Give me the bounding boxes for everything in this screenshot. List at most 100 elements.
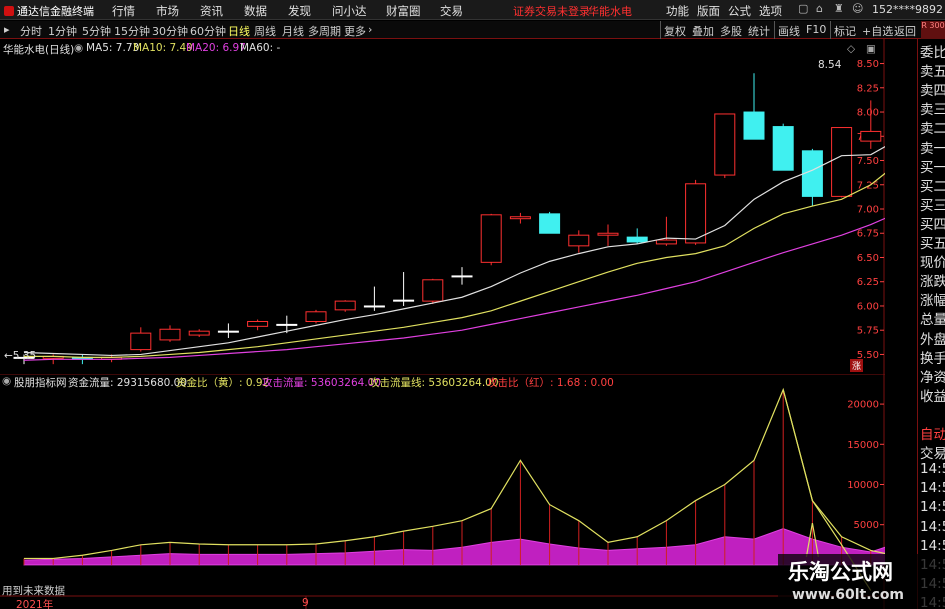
login-notice[interactable]: 证券交易未登录	[513, 3, 590, 19]
quote-field-10: 买五	[920, 236, 945, 252]
future-data-warning: 用到未来数据	[2, 585, 65, 597]
toolbar-divider	[830, 21, 831, 39]
period-60min[interactable]: 60分钟	[190, 23, 226, 39]
menu-item-options[interactable]: 选项	[759, 3, 782, 19]
menu-item-trade[interactable]: 交易	[440, 3, 463, 19]
indicator-title: 股朋指标网	[14, 377, 67, 389]
tool-back[interactable]: 返回	[894, 23, 916, 39]
quote-field-4: 卖二	[920, 121, 945, 138]
quote-info-panel: 委比 卖五 卖四 卖三 卖二 卖一 买一 买二 买三 买四 买五 现价 涨跌 涨幅 总量 外盘 换手 净资 收益 自动…	[917, 39, 945, 609]
kline-svg[interactable]: 8.508.258.007.757.507.257.006.756.506.25…	[0, 39, 911, 374]
menu-item-news[interactable]: 资讯	[200, 3, 223, 19]
menu-item-ask[interactable]: 问小达	[332, 3, 367, 19]
diamond-icon[interactable]: ◇	[847, 43, 855, 55]
indicator-chart[interactable]: 20000 15000 10000 5000 ◉ 股朋指标网 资金流量: 293156…	[0, 373, 907, 609]
toolbar-divider	[660, 21, 661, 39]
candle-body-down	[626, 236, 648, 243]
quote-field-18: 收益	[920, 388, 945, 405]
menu-item-markets[interactable]: 市场	[156, 3, 179, 19]
tool-mark[interactable]: 标记	[834, 23, 856, 39]
ma60-value: MA60: -	[240, 42, 281, 54]
candle-body-up	[714, 113, 736, 176]
quote-field-9: 买四	[920, 216, 945, 233]
menu-item-data[interactable]: 数据	[244, 3, 267, 19]
menu-item-function[interactable]: 功能	[666, 3, 689, 19]
chart-settings-icon[interactable]: ◉	[74, 42, 83, 54]
indicator-tick-label: 15000	[847, 440, 879, 451]
pin-icon[interactable]: ⌂	[816, 2, 823, 15]
indicator-svg[interactable]: 20000 15000 10000 5000	[0, 373, 907, 609]
period-toolbar: ▸ 分时 1分钟 5分钟 15分钟 30分钟 60分钟 日线 周线 月线 多周期…	[0, 21, 945, 39]
menu-item-layout[interactable]: 版面	[697, 3, 720, 19]
more-chevron-icon[interactable]: ›	[368, 23, 372, 36]
period-chevron-icon[interactable]: ▸	[4, 23, 10, 36]
tool-restore-rights[interactable]: 复权	[664, 23, 686, 39]
period-weekly[interactable]: 周线	[254, 23, 276, 39]
menu-item-fortune[interactable]: 财富圈	[386, 3, 421, 19]
quote-field-11: 现价	[920, 255, 945, 272]
tool-f10[interactable]: F10	[806, 23, 826, 36]
period-intraday[interactable]: 分时	[20, 23, 42, 39]
candle-body-down	[743, 111, 765, 140]
candle-body-up	[188, 330, 210, 336]
candle-body-up	[480, 214, 502, 263]
quote-field-5: 卖一	[920, 140, 945, 157]
price-tick-label: 6.75	[857, 229, 879, 240]
fund-flow-line	[24, 387, 901, 560]
attack-flow-area	[23, 528, 901, 566]
period-30min[interactable]: 30分钟	[152, 23, 188, 39]
user-icon[interactable]: ☺	[852, 2, 863, 15]
lock-icon[interactable]: ♜	[834, 2, 844, 15]
kline-chart[interactable]: 8.508.258.007.757.507.257.006.756.506.25…	[0, 39, 911, 374]
menu-item-market[interactable]: 行情	[112, 3, 135, 19]
candle-body-flat	[276, 323, 298, 326]
period-1min[interactable]: 1分钟	[48, 23, 77, 39]
page-icon[interactable]: ▢	[798, 2, 808, 15]
attack-ratio-value: 攻击比（红）: 1.68 : 0.00	[487, 377, 614, 389]
stock-name-header: 华能水电	[588, 5, 632, 18]
candle-body-up	[831, 127, 853, 197]
price-tick-label: 6.00	[857, 301, 879, 312]
tool-add-favorite[interactable]: +自选	[862, 23, 893, 39]
high-price-label: 8.54	[818, 59, 842, 71]
menu-item-discover[interactable]: 发现	[288, 3, 311, 19]
indicator-tick-label: 20000	[847, 400, 879, 411]
quote-field-6: 买一	[920, 159, 945, 176]
period-multi[interactable]: 多周期	[308, 23, 341, 39]
app-logo: 通达信金融终端	[4, 3, 94, 19]
price-tick-label: 6.50	[857, 253, 879, 264]
period-daily[interactable]: 日线	[228, 23, 250, 39]
period-15min[interactable]: 15分钟	[114, 23, 150, 39]
price-tick-label: 8.50	[857, 59, 879, 70]
user-account[interactable]: 152****9892	[872, 3, 943, 16]
candle-body-flat	[363, 305, 385, 308]
menu-item-formula[interactable]: 公式	[728, 3, 751, 19]
quote-field-13: 涨幅	[920, 293, 945, 310]
app-title: 通达信金融终端	[17, 5, 94, 18]
candle-body-down	[539, 213, 561, 234]
chart-title: 华能水电(日线)	[3, 44, 75, 56]
quote-field-14: 总量	[920, 312, 945, 329]
indicator-settings-icon[interactable]: ◉	[2, 375, 11, 387]
tool-multi-stock[interactable]: 多股	[720, 23, 742, 39]
ma5-value: MA5: 7.73	[86, 42, 140, 54]
attack-flow-value: 攻击流量: 53603264.00	[262, 377, 382, 389]
candle-body-up	[597, 232, 619, 236]
app-icon	[4, 6, 14, 16]
watermark-title: 乐淘公式网	[788, 560, 893, 584]
tool-draw-line[interactable]: 画线	[778, 23, 800, 39]
period-5min[interactable]: 5分钟	[82, 23, 111, 39]
quote-field-23: 14:56	[920, 480, 945, 497]
quote-field-12: 涨跌	[920, 274, 945, 291]
fund-ratio-value: 资金比（黄）: 0.92	[176, 377, 270, 389]
tool-statistics[interactable]: 统计	[748, 23, 770, 39]
settings-square-icon[interactable]: ▣	[866, 43, 876, 55]
ma20-line	[23, 211, 901, 361]
candle-body-up	[247, 320, 269, 327]
quote-field-22: 14:56	[920, 461, 945, 478]
candle-body-up	[509, 216, 531, 220]
period-monthly[interactable]: 月线	[282, 23, 304, 39]
candle-body-flat	[393, 299, 415, 302]
period-more[interactable]: 更多	[344, 23, 366, 39]
tool-overlay[interactable]: 叠加	[692, 23, 714, 39]
